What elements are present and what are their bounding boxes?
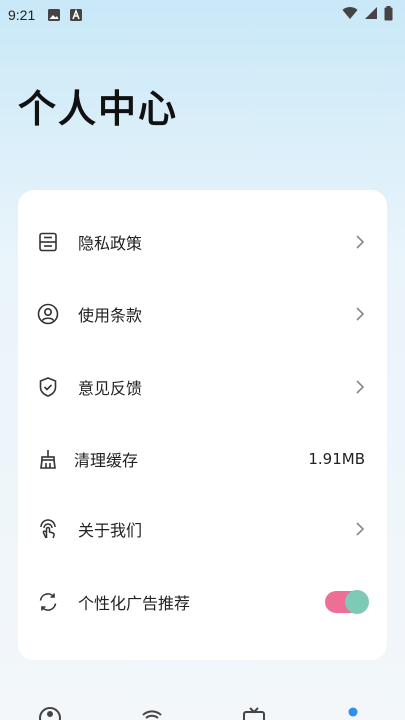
chevron-right-icon	[355, 306, 365, 322]
menu-item-label: 个性化广告推荐	[78, 594, 191, 613]
menu-item-feedback[interactable]: 意见反馈	[18, 357, 387, 417]
hand-touch-icon	[36, 517, 60, 541]
cache-size-value: 1.91MB	[308, 450, 365, 468]
menu-item-about-us[interactable]: 关于我们	[18, 499, 387, 559]
explore-icon[interactable]	[38, 706, 62, 720]
menu-item-label: 意见反馈	[78, 379, 143, 398]
gallery-icon	[47, 8, 61, 22]
menu-item-label: 隐私政策	[78, 234, 143, 253]
chevron-right-icon	[355, 234, 365, 250]
menu-item-label: 使用条款	[78, 306, 143, 325]
status-time: 9:21	[8, 7, 36, 23]
battery-icon	[384, 5, 393, 25]
personalized-ads-toggle[interactable]	[325, 590, 369, 614]
font-a-icon	[69, 8, 83, 22]
chevron-right-icon	[355, 521, 365, 537]
broom-icon	[36, 447, 60, 471]
page-title: 个人中心	[18, 87, 179, 131]
chevron-right-icon	[355, 379, 365, 395]
menu-item-personalized-ads: 个性化广告推荐	[18, 572, 387, 632]
settings-card: 隐私政策 使用条款 意见反馈 清理缓存 1.91MB 关于我们 个性化广告推荐	[18, 190, 387, 660]
wifi-signal-icon	[342, 6, 358, 24]
refresh-icon	[36, 590, 60, 614]
menu-item-terms-of-use[interactable]: 使用条款	[18, 284, 387, 344]
wifi-icon[interactable]	[140, 706, 164, 720]
toggle-knob	[345, 590, 369, 614]
cell-signal-icon	[364, 6, 378, 24]
profile-dot-icon[interactable]	[348, 702, 358, 720]
menu-item-label: 关于我们	[78, 521, 143, 540]
menu-item-label: 清理缓存	[74, 451, 139, 470]
bottom-nav	[0, 700, 405, 720]
menu-item-privacy-policy[interactable]: 隐私政策	[18, 212, 387, 272]
shield-check-icon	[36, 375, 60, 399]
document-icon	[36, 230, 60, 254]
status-bar: 9:21	[0, 0, 405, 30]
tv-icon[interactable]	[242, 706, 266, 720]
menu-item-clear-cache[interactable]: 清理缓存 1.91MB	[18, 429, 387, 489]
user-circle-icon	[36, 302, 60, 326]
